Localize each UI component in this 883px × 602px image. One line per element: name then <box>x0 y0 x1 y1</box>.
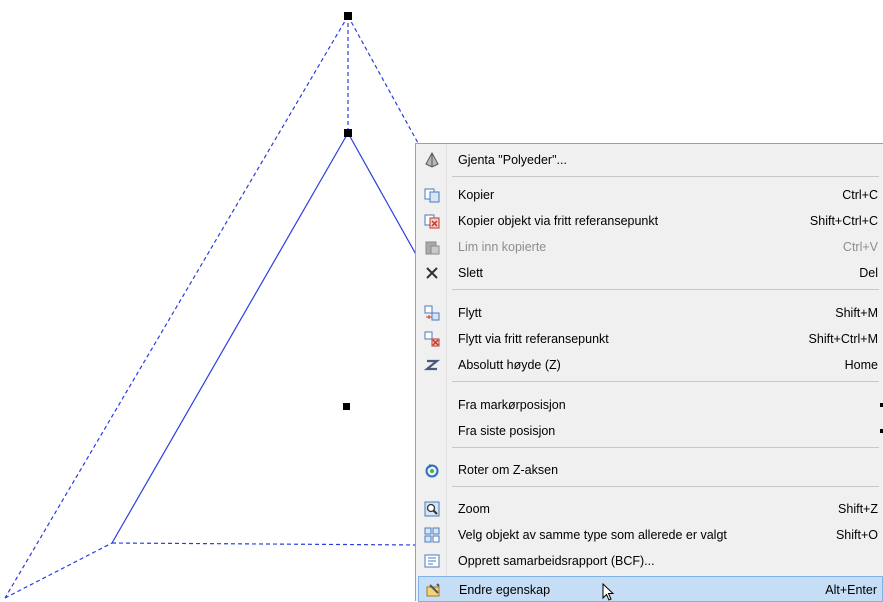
menu-item-label: Velg objekt av samme type som allerede e… <box>458 528 727 542</box>
menu-item-shortcut: Del <box>859 266 878 280</box>
menu-item-move-via-reference[interactable]: Flytt via fritt referansepunkt Shift+Ctr… <box>418 326 883 352</box>
paste-icon <box>425 241 440 255</box>
rotate-z-icon <box>425 464 439 478</box>
menu-item-label: Opprett samarbeidsrapport (BCF)... <box>458 554 655 568</box>
menu-item-shortcut: Shift+O <box>835 528 878 542</box>
menu-item-shortcut: Shift+Z <box>838 502 878 516</box>
solid-edge <box>111 132 349 544</box>
menu-item-shortcut: Shift+M <box>835 306 878 320</box>
zoom-icon <box>424 501 440 517</box>
menu-item-label: Flytt <box>458 306 482 320</box>
menu-item-select-same-type[interactable]: Velg objekt av samme type som allerede e… <box>418 522 883 548</box>
menu-item-shortcut: Home <box>844 358 878 372</box>
context-menu: Gjenta "Polyeder"... Kopier Ctrl+C Kopie… <box>415 143 883 602</box>
menu-item-label: Lim inn kopierte <box>458 240 547 254</box>
bcf-report-icon <box>424 554 440 568</box>
delete-icon <box>426 267 438 279</box>
menu-item-delete[interactable]: Slett Del <box>418 260 883 286</box>
grip-point[interactable] <box>343 403 350 410</box>
mouse-cursor-icon <box>602 583 615 601</box>
menu-separator <box>452 447 879 448</box>
menu-separator <box>452 289 879 290</box>
menu-item-move[interactable]: Flytt Shift+M <box>418 300 883 326</box>
menu-item-copy[interactable]: Kopier Ctrl+C <box>418 182 883 208</box>
menu-item-label: Endre egenskap <box>459 583 551 597</box>
menu-item-paste[interactable]: Lim inn kopierte Ctrl+V <box>418 234 883 260</box>
menu-separator <box>452 176 879 177</box>
menu-item-label: Roter om Z-aksen <box>458 463 559 477</box>
menu-item-label: Fra markørposisjon <box>458 398 566 412</box>
grip-point[interactable] <box>344 12 352 20</box>
menu-item-zoom[interactable]: Zoom Shift+Z <box>418 496 883 522</box>
menu-item-shortcut: Ctrl+C <box>842 188 878 202</box>
menu-item-label: Kopier objekt via fritt referansepunkt <box>458 214 659 228</box>
move-icon <box>424 305 440 321</box>
dashed-edge <box>347 15 419 144</box>
solid-edge <box>347 132 419 259</box>
copy-reference-icon <box>424 214 440 229</box>
polyhedron-wireframe[interactable] <box>4 15 419 599</box>
copy-icon <box>424 188 440 203</box>
menu-item-absolute-height[interactable]: Absolutt høyde (Z) Home <box>418 352 883 378</box>
menu-item-label: Fra siste posisjon <box>458 424 556 438</box>
move-reference-icon <box>424 331 440 347</box>
menu-item-shortcut: Alt+Enter <box>825 583 877 597</box>
properties-icon <box>426 583 440 597</box>
menu-item-label: Slett <box>458 266 484 280</box>
menu-item-repeat-polyhedron[interactable]: Gjenta "Polyeder"... <box>418 147 883 173</box>
select-same-type-icon <box>424 527 440 543</box>
menu-item-shortcut: Shift+Ctrl+C <box>809 214 878 228</box>
menu-item-rotate-z[interactable]: Roter om Z-aksen <box>418 457 883 483</box>
menu-item-label: Gjenta "Polyeder"... <box>458 153 567 167</box>
dashed-edge <box>4 542 113 599</box>
menu-item-label: Absolutt høyde (Z) <box>458 358 561 372</box>
menu-item-from-last-position[interactable]: Fra siste posisjon <box>418 418 883 444</box>
polyhedron-icon <box>425 152 439 168</box>
dashed-edge <box>111 542 419 546</box>
menu-item-from-cursor-position[interactable]: Fra markørposisjon <box>418 392 883 418</box>
z-height-icon <box>424 359 440 371</box>
menu-item-shortcut: Shift+Ctrl+M <box>808 332 878 346</box>
menu-separator <box>452 486 879 487</box>
menu-item-copy-via-reference[interactable]: Kopier objekt via fritt referansepunkt S… <box>418 208 883 234</box>
menu-item-label: Kopier <box>458 188 495 202</box>
menu-item-create-bcf-report[interactable]: Opprett samarbeidsrapport (BCF)... <box>418 548 883 574</box>
menu-item-label: Zoom <box>458 502 490 516</box>
dashed-edge <box>4 15 349 599</box>
menu-item-shortcut: Ctrl+V <box>842 240 878 254</box>
grip-point[interactable] <box>344 129 352 137</box>
menu-item-label: Flytt via fritt referansepunkt <box>458 332 609 346</box>
menu-item-change-property[interactable]: Endre egenskap Alt+Enter <box>418 576 883 602</box>
menu-separator <box>452 381 879 382</box>
